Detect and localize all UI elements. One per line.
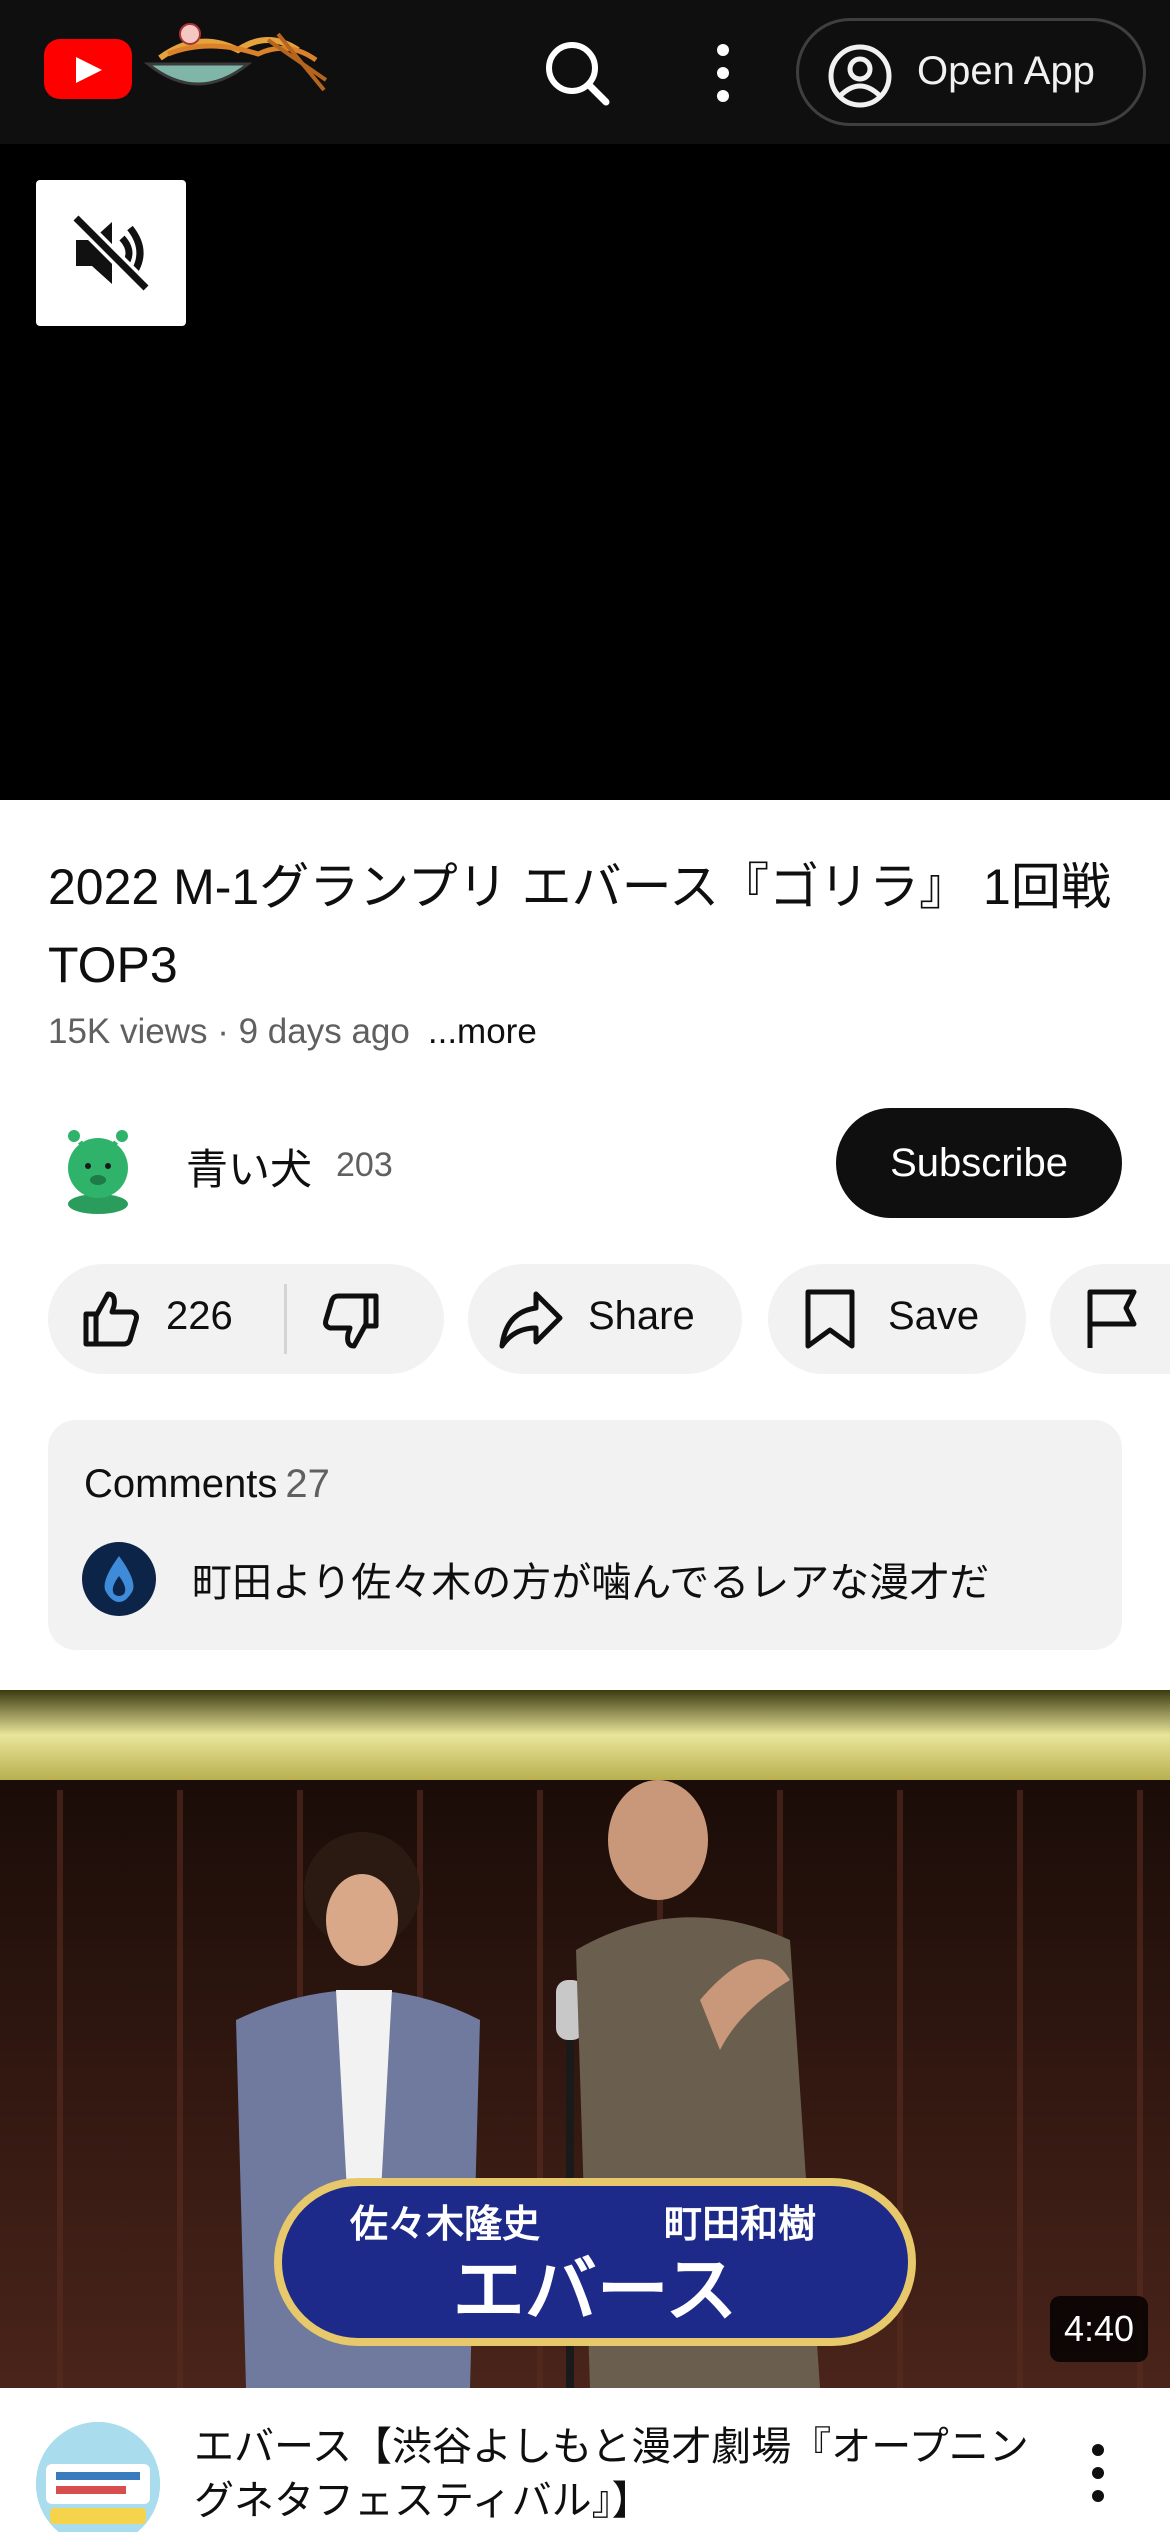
more-link[interactable]: ...more — [428, 1012, 537, 1051]
save-label: Save — [888, 1294, 980, 1338]
like-count: 226 — [166, 1294, 233, 1338]
more-vert-icon — [717, 44, 729, 102]
account-circle-icon — [828, 44, 892, 108]
subscribe-button[interactable]: Subscribe — [836, 1108, 1122, 1218]
top-comment-text: 町田より佐々木の方が噛んでるレアな漫才だ — [192, 1560, 990, 1606]
flag-icon — [1087, 1289, 1137, 1348]
thumb-name-right: 町田和樹 — [664, 2202, 816, 2246]
share-label: Share — [588, 1294, 695, 1338]
search-icon — [546, 42, 610, 106]
channel-name[interactable]: 青い犬 — [186, 1136, 312, 1197]
video-duration-badge: 4:40 — [1050, 2296, 1149, 2362]
search-button[interactable] — [540, 36, 616, 112]
comments-count: 27 — [285, 1462, 330, 1506]
top-app-bar: Open App — [0, 0, 1170, 144]
comments-header: Comments 27 — [84, 1462, 330, 1507]
dislike-icon[interactable] — [320, 1290, 382, 1352]
subscriber-count: 203 — [336, 1146, 393, 1184]
next-video-title[interactable]: エバース【渋谷よしもと漫才劇場『オープニングネタフェスティバル』】 — [194, 2420, 1044, 2528]
more-vert-icon — [1092, 2444, 1104, 2502]
more-options-button[interactable] — [700, 38, 746, 108]
next-video-thumbnail[interactable]: 佐々木隆史 町田和樹 エバース — [0, 1690, 1170, 2388]
comments-section[interactable]: Comments 27 町田より佐々木の方が噛んでるレアな漫才だ — [48, 1420, 1122, 1650]
commenter-avatar — [82, 1542, 156, 1616]
share-icon — [499, 1291, 563, 1349]
open-app-button[interactable]: Open App — [796, 18, 1146, 126]
ramen-doodle-icon[interactable] — [138, 20, 328, 104]
video-title[interactable]: 2022 M-1グランプリ エバース『ゴリラ』 1回戦TOP3 — [48, 848, 1128, 1004]
youtube-logo-icon[interactable] — [44, 39, 132, 99]
next-video-more-button[interactable] — [1080, 2438, 1116, 2508]
video-player[interactable] — [0, 144, 1170, 800]
next-video-channel-avatar[interactable] — [36, 2422, 160, 2532]
report-button[interactable] — [1050, 1264, 1170, 1374]
volume-off-icon — [71, 213, 151, 293]
thumb-title: エバース — [453, 2248, 737, 2332]
unmute-button[interactable] — [36, 180, 186, 326]
save-button[interactable]: Save — [768, 1264, 1026, 1374]
thumb-name-left: 佐々木隆史 — [349, 2202, 540, 2246]
like-dislike-chip: 226 — [48, 1264, 444, 1374]
bookmark-icon — [805, 1289, 855, 1349]
channel-avatar[interactable] — [58, 1118, 138, 1216]
comments-label: Comments — [84, 1462, 278, 1506]
open-app-label: Open App — [917, 49, 1095, 93]
share-button[interactable]: Share — [468, 1264, 742, 1374]
like-icon[interactable] — [80, 1288, 142, 1350]
view-count-and-date: 15K views · 9 days ago — [48, 1012, 410, 1051]
chip-divider — [284, 1284, 287, 1354]
video-meta[interactable]: 15K views · 9 days ago ...more — [48, 1012, 537, 1052]
